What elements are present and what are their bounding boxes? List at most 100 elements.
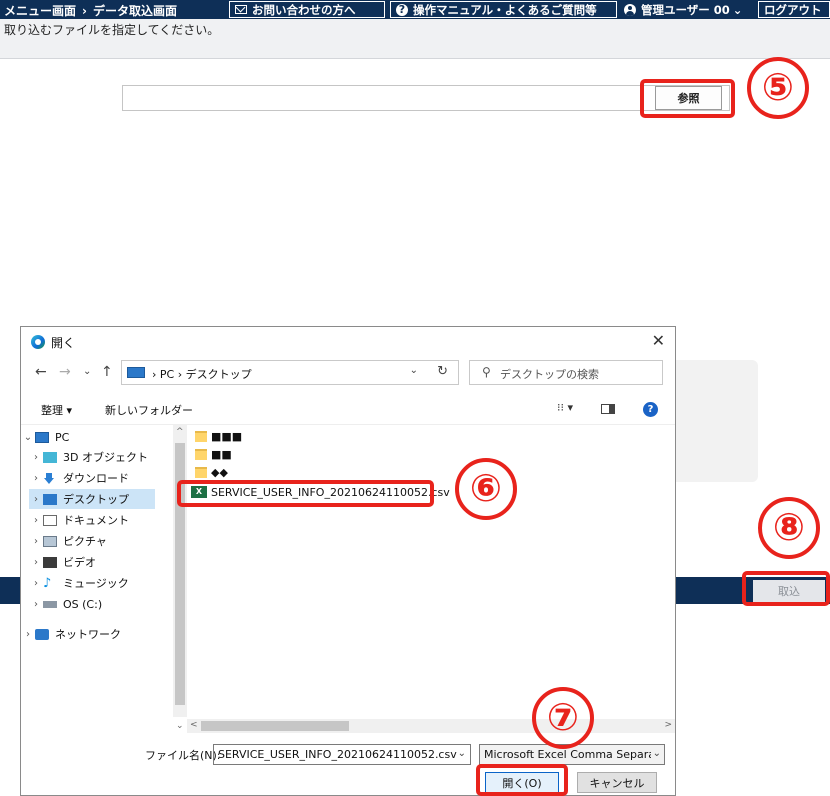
chevron-icon[interactable]: › xyxy=(29,578,43,589)
logout-button[interactable]: ログアウト xyxy=(758,1,830,18)
list-item[interactable]: ■■■ xyxy=(195,427,242,445)
breadcrumb-separator: › xyxy=(82,4,87,18)
nav-item-label: ミュージック xyxy=(63,577,129,590)
step7-marker: ⑦ xyxy=(532,687,594,749)
download-icon xyxy=(43,472,57,484)
scroll-up-icon[interactable]: ^ xyxy=(176,427,184,437)
address-bar[interactable]: › PC › デスクトップ ⌄ ↻ xyxy=(121,360,459,385)
dialog-title: 開く xyxy=(51,336,76,350)
file-list: ■■■ ■■ ◆◆ X SERVICE_USER_INFO_2021062411… xyxy=(187,425,675,715)
nav-item-label: 3D オブジェクト xyxy=(63,451,148,464)
chevron-down-icon[interactable]: ⌄ xyxy=(650,748,661,759)
nav-item-3d-objects[interactable]: › 3D オブジェクト xyxy=(29,447,148,467)
forward-arrow-icon[interactable]: → xyxy=(59,364,71,380)
chevron-icon[interactable]: › xyxy=(29,599,43,610)
user-label: 管理ユーザー 00 xyxy=(641,3,730,17)
contact-label: お問い合わせの方へ xyxy=(252,2,356,17)
folder-icon xyxy=(195,466,207,478)
file-name: ■■ xyxy=(211,447,232,461)
scroll-right-icon[interactable]: > xyxy=(664,720,672,730)
step6-highlight xyxy=(177,480,434,507)
pc-icon xyxy=(35,431,49,443)
chevron-icon[interactable]: › xyxy=(29,494,43,505)
command-bar: 整理 ▾ 新しいフォルダー ⁝⁝ ▾ ? xyxy=(21,395,675,425)
cancel-button[interactable]: キャンセル xyxy=(577,772,657,793)
address-row: ← → ⌄ ↑ › PC › デスクトップ ⌄ ↻ ⚲ デスクトップの検索 xyxy=(21,357,675,387)
scroll-left-icon[interactable]: < xyxy=(190,720,198,730)
up-arrow-icon[interactable]: ↑ xyxy=(101,364,113,380)
scroll-down-icon[interactable]: ⌄ xyxy=(176,721,184,731)
nav-item-pc[interactable]: ⌄ PC xyxy=(21,427,70,447)
nav-item-label: ビデオ xyxy=(63,556,96,569)
help-icon[interactable]: ? xyxy=(643,402,658,417)
chevron-icon[interactable]: › xyxy=(29,536,43,547)
step8-highlight xyxy=(742,571,830,606)
list-item[interactable]: ■■ xyxy=(195,445,232,463)
nav-item-label: ダウンロード xyxy=(63,472,129,485)
files-horizontal-scrollbar[interactable]: < > xyxy=(187,719,675,733)
nav-item-downloads[interactable]: › ダウンロード xyxy=(29,468,129,488)
nav-item-documents[interactable]: › ドキュメント xyxy=(29,510,129,530)
manual-faq-label: 操作マニュアル・よくあるご質問等 xyxy=(413,2,597,17)
step6-marker: ⑥ xyxy=(455,458,517,520)
filename-value: SERVICE_USER_INFO_20210624110052.csv xyxy=(218,748,457,761)
file-name: ◆◆ xyxy=(211,465,228,479)
user-menu-button[interactable]: 管理ユーザー 00 ⌄ xyxy=(624,2,742,18)
manual-faq-button[interactable]: ? 操作マニュアル・よくあるご質問等 xyxy=(390,1,617,18)
nav-item-videos[interactable]: › ビデオ xyxy=(29,552,96,572)
nav-item-network[interactable]: › ネットワーク xyxy=(21,624,121,644)
preview-pane-icon[interactable] xyxy=(601,404,615,414)
dialog-titlebar: 開く ✕ xyxy=(21,327,675,355)
list-item[interactable]: ◆◆ xyxy=(195,463,228,481)
nav-item-label: ネットワーク xyxy=(55,628,121,641)
chevron-icon[interactable]: › xyxy=(29,515,43,526)
mail-icon xyxy=(235,5,247,14)
close-icon[interactable]: ✕ xyxy=(652,331,665,350)
file-path-input[interactable] xyxy=(122,85,730,111)
filename-label: ファイル名(N): xyxy=(145,749,221,762)
chevron-icon[interactable]: › xyxy=(29,557,43,568)
question-icon: ? xyxy=(396,3,408,16)
nav-item-desktop[interactable]: › デスクトップ xyxy=(29,489,155,509)
edge-browser-icon xyxy=(31,335,45,349)
nav-item-label: PC xyxy=(55,430,70,444)
breadcrumb-menu-link[interactable]: メニュー画面 xyxy=(4,4,76,18)
nav-vertical-scrollbar[interactable]: ^ ⌄ xyxy=(173,425,187,731)
nav-item-music[interactable]: › ♪ ミュージック xyxy=(29,573,129,593)
breadcrumb: メニュー画面 › データ取込画面 xyxy=(4,2,177,19)
filename-field[interactable]: SERVICE_USER_INFO_20210624110052.csv ⌄ xyxy=(213,744,471,765)
cube-icon xyxy=(43,451,57,463)
network-icon xyxy=(35,628,49,640)
scroll-thumb[interactable] xyxy=(201,721,349,731)
back-arrow-icon[interactable]: ← xyxy=(35,364,47,380)
step5-highlight xyxy=(640,79,735,118)
nav-item-label: デスクトップ xyxy=(63,493,129,506)
file-type-value: Microsoft Excel Comma Separat xyxy=(484,748,660,761)
nav-item-pictures[interactable]: › ピクチャ xyxy=(29,531,107,551)
nav-item-os-drive[interactable]: › OS (C:) xyxy=(29,594,102,614)
chevron-icon[interactable]: › xyxy=(21,629,35,640)
contact-button[interactable]: お問い合わせの方へ xyxy=(229,1,385,18)
chevron-down-icon[interactable]: ⌄ xyxy=(410,365,418,376)
search-input[interactable]: ⚲ デスクトップの検索 xyxy=(469,360,663,385)
top-nav-bar: メニュー画面 › データ取込画面 お問い合わせの方へ ? 操作マニュアル・よくあるご… xyxy=(0,0,830,19)
instruction-text: 取り込むファイルを指定してください。 xyxy=(4,23,220,37)
recent-locations-icon[interactable]: ⌄ xyxy=(83,366,91,377)
file-name: ■■■ xyxy=(211,429,243,443)
new-folder-button[interactable]: 新しいフォルダー xyxy=(105,402,193,418)
navigation-pane: ⌄ PC › 3D オブジェクト › ダウンロード › デスクトップ › ドキュ… xyxy=(21,425,173,725)
chevron-icon[interactable]: ⌄ xyxy=(21,432,35,443)
search-icon: ⚲ xyxy=(482,365,491,379)
folder-icon xyxy=(195,448,207,460)
logout-label: ログアウト xyxy=(764,2,822,17)
chevron-icon[interactable]: › xyxy=(29,473,43,484)
pc-icon xyxy=(127,367,145,378)
refresh-icon[interactable]: ↻ xyxy=(437,364,448,379)
address-path: › PC › デスクトップ xyxy=(152,368,252,381)
chevron-down-icon[interactable]: ⌄ xyxy=(458,748,466,759)
user-icon xyxy=(624,4,636,16)
chevron-icon[interactable]: › xyxy=(29,452,43,463)
picture-icon xyxy=(43,535,57,547)
organize-menu[interactable]: 整理 ▾ xyxy=(41,402,72,418)
view-options-icon[interactable]: ⁝⁝ ▾ xyxy=(557,401,573,414)
